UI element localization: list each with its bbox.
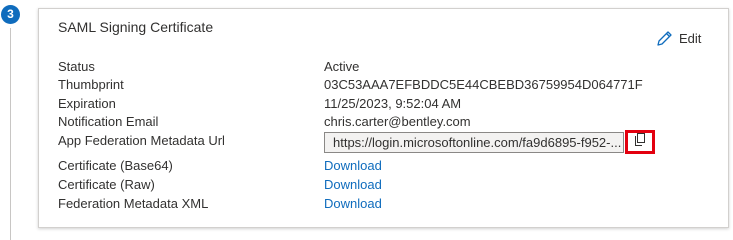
field-row-expiration: Expiration (58, 95, 116, 113)
notification-email-label: Notification Email (58, 114, 159, 129)
certificate-raw-label: Certificate (Raw) (58, 177, 155, 192)
thumbprint-label: Thumbprint (58, 77, 124, 92)
copy-to-clipboard-button[interactable] (625, 130, 655, 154)
field-row-federation-metadata-xml: Federation Metadata XML (58, 195, 208, 213)
expiration-value: 11/25/2023, 9:52:04 AM (324, 96, 462, 111)
field-row-thumbprint: Thumbprint (58, 76, 124, 94)
copy-icon (634, 133, 646, 151)
field-row-metadata-url: App Federation Metadata Url (58, 132, 225, 150)
edit-button[interactable]: Edit (656, 27, 701, 49)
status-value: Active (324, 59, 360, 74)
field-row-status: Status (58, 58, 95, 76)
federation-metadata-xml-download-link[interactable]: Download (324, 195, 382, 213)
certificate-base64-download-link[interactable]: Download (324, 157, 382, 175)
step-connector-line (10, 28, 11, 240)
expiration-label: Expiration (58, 96, 116, 111)
edit-label: Edit (679, 30, 702, 46)
field-row-certificate-raw: Certificate (Raw) (58, 176, 155, 194)
certificate-raw-download-link[interactable]: Download (324, 176, 382, 194)
certificate-base64-label: Certificate (Base64) (58, 158, 173, 173)
field-row-certificate-base64: Certificate (Base64) (58, 157, 173, 175)
pencil-icon (656, 30, 673, 47)
notification-email-value: chris.carter@bentley.com (324, 114, 471, 129)
thumbprint-value: 03C53AAA7EFBDDC5E44CBEBD36759954D064771F (324, 77, 643, 92)
saml-signing-certificate-card: SAML Signing Certificate Edit Status Act… (38, 8, 729, 228)
status-label: Status (58, 59, 95, 74)
card-title: SAML Signing Certificate (58, 19, 214, 35)
metadata-url-field[interactable]: https://login.microsoftonline.com/fa9d68… (324, 132, 624, 153)
step-number-badge: 3 (1, 5, 20, 24)
field-row-notification-email: Notification Email (58, 113, 158, 131)
federation-metadata-xml-label: Federation Metadata XML (58, 196, 209, 211)
metadata-url-label: App Federation Metadata Url (58, 133, 225, 148)
